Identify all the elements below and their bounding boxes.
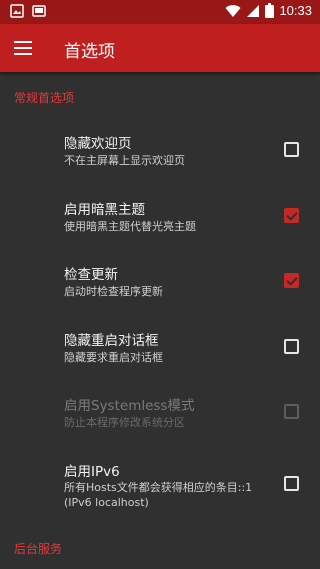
enable-ipv6-checkbox[interactable] bbox=[284, 476, 299, 491]
pref-summary: 启动时检查程序更新 bbox=[64, 285, 163, 298]
pref-summary: 隐藏要求重启对话框 bbox=[64, 351, 163, 364]
section-header-general: 常规首选项 bbox=[14, 91, 75, 105]
pref-check-updates[interactable]: 检查更新 启动时检查程序更新 bbox=[0, 251, 320, 311]
pref-title: 隐藏重启对话框 bbox=[64, 333, 159, 349]
pref-enable-ipv6[interactable]: 启用IPv6 所有Hosts文件都会获得相应的条目::1 (IPv6 local… bbox=[0, 448, 320, 524]
pref-title: 隐藏欢迎页 bbox=[64, 136, 132, 152]
page-title: 首选项 bbox=[64, 42, 115, 62]
wifi-icon bbox=[225, 4, 241, 17]
pref-title: 检查更新 bbox=[64, 267, 118, 283]
pref-summary: 所有Hosts文件都会获得相应的条目::1 (IPv6 localhost) bbox=[64, 481, 253, 509]
status-left-icons bbox=[10, 4, 46, 18]
pref-hide-welcome[interactable]: 隐藏欢迎页 不在主屏幕上显示欢迎页 bbox=[0, 120, 320, 180]
battery-icon bbox=[265, 3, 275, 18]
hide-welcome-checkbox[interactable] bbox=[284, 142, 299, 157]
pref-summary: 使用暗黑主题代替光亮主题 bbox=[64, 220, 196, 233]
pref-title: 启用暗黑主题 bbox=[64, 202, 145, 218]
dark-theme-checkbox[interactable] bbox=[284, 208, 299, 223]
status-bar: 10:33 bbox=[0, 0, 320, 24]
pref-summary: 不在主屏幕上显示欢迎页 bbox=[64, 154, 185, 167]
signal-icon bbox=[247, 4, 260, 17]
status-right-icons: 10:33 bbox=[225, 3, 312, 18]
systemless-mode-checkbox bbox=[284, 404, 299, 419]
image-icon bbox=[10, 4, 24, 18]
hide-reboot-dialog-checkbox[interactable] bbox=[284, 339, 299, 354]
screenshot-icon bbox=[32, 5, 46, 17]
app-bar: 首选项 bbox=[0, 24, 320, 72]
pref-hide-reboot-dialog[interactable]: 隐藏重启对话框 隐藏要求重启对话框 bbox=[0, 317, 320, 377]
pref-title: 启用IPv6 bbox=[64, 464, 120, 480]
check-updates-checkbox[interactable] bbox=[284, 273, 299, 288]
pref-dark-theme[interactable]: 启用暗黑主题 使用暗黑主题代替光亮主题 bbox=[0, 186, 320, 246]
pref-systemless-mode: 启用Systemless模式 防止本程序修改系统分区 bbox=[0, 382, 320, 442]
pref-summary: 防止本程序修改系统分区 bbox=[64, 416, 185, 429]
hamburger-menu-icon[interactable] bbox=[14, 38, 34, 58]
section-header-background: 后台服务 bbox=[14, 542, 63, 556]
status-time: 10:33 bbox=[279, 3, 312, 18]
pref-title: 启用Systemless模式 bbox=[64, 398, 195, 414]
